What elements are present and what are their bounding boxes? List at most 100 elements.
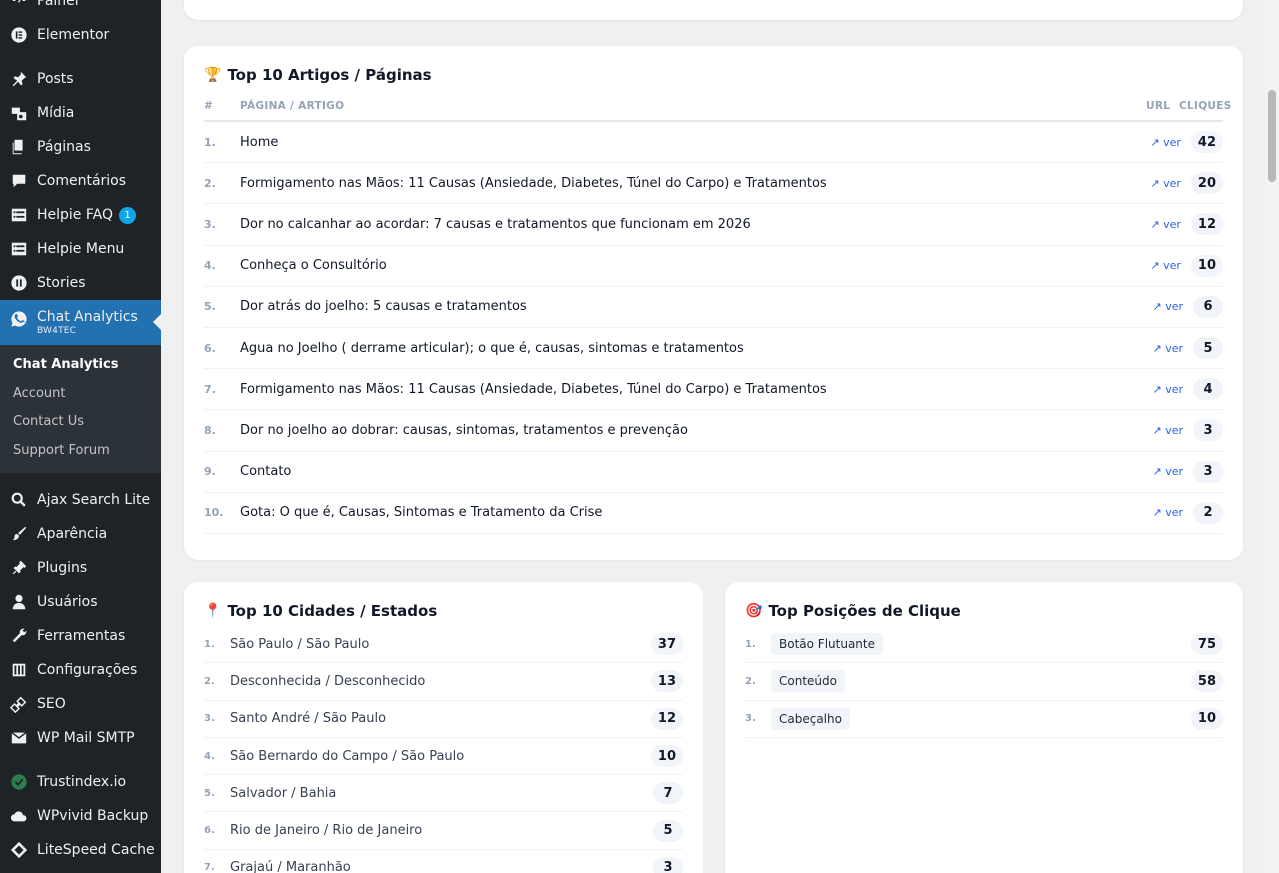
position-count: 75	[1190, 633, 1223, 656]
check-circle-icon	[9, 772, 29, 792]
city-name: Salvador / Bahia	[230, 785, 337, 801]
city-count: 37	[650, 633, 683, 656]
view-link[interactable]: ↗ ver	[1152, 300, 1183, 313]
row-rank: 4.	[204, 750, 215, 762]
sidebar-item-midia[interactable]: Mídia	[0, 96, 161, 130]
submenu-item-support-forum[interactable]: Support Forum	[0, 437, 161, 466]
cities-list: 1. São Paulo / São Paulo 37 2. Desconhecida …	[204, 626, 683, 873]
sidebar-item-trustindex-io[interactable]: Trustindex.io	[0, 765, 161, 799]
table-row: 5. Dor atrás do joelho: 5 causas e tratam…	[204, 287, 1223, 328]
position-cell: Conteúdo	[771, 670, 1191, 693]
sidebar-item-usuarios[interactable]: Usuários	[0, 585, 161, 619]
sidebar-item-configuracoes[interactable]: Configurações	[0, 653, 161, 687]
top-cities-title: 📍 Top 10 Cidades / Estados	[204, 602, 683, 620]
sidebar-item-ferramentas[interactable]: Ferramentas	[0, 619, 161, 653]
page-scrollbar[interactable]	[1265, 0, 1279, 873]
sidebar-item-label: Stories	[37, 275, 86, 291]
sidebar-item-label: Mídia	[37, 105, 75, 121]
city-count: 10	[650, 745, 683, 768]
view-link[interactable]: ↗ ver	[1150, 218, 1181, 231]
row-rank: 4.	[204, 259, 216, 273]
city-name: Grajaú / Maranhão	[230, 860, 351, 873]
clicks-count: 6	[1193, 295, 1223, 318]
sidebar-item-litespeed-cache[interactable]: LiteSpeed Cache	[0, 833, 161, 867]
sidebar-item-helpie-faq[interactable]: Helpie FAQ 1	[0, 198, 161, 232]
sidebar-item-label: Aparência	[37, 526, 108, 542]
sidebar-item-label: Páginas	[37, 139, 91, 155]
sidebar-item-aparencia[interactable]: Aparência	[0, 517, 161, 551]
view-link[interactable]: ↗ ver	[1150, 136, 1181, 149]
article-title: Gota: O que é, Causas, Sintomas e Tratam…	[240, 505, 603, 521]
view-link[interactable]: ↗ ver	[1152, 465, 1183, 478]
row-rank: 3.	[204, 713, 215, 725]
submenu-item-contact-us[interactable]: Contact Us	[0, 408, 161, 437]
whatsapp-icon	[9, 309, 29, 329]
top-articles-title-text: Top 10 Artigos / Páginas	[227, 66, 432, 84]
previous-card	[184, 0, 1243, 20]
brush-icon	[9, 524, 29, 544]
sidebar-item-label: Plugins	[37, 560, 88, 576]
sidebar-item-paginas[interactable]: Páginas	[0, 130, 161, 164]
city-name: Rio de Janeiro / Rio de Janeiro	[230, 823, 423, 839]
clicks-count: 5	[1193, 337, 1223, 360]
sidebar-item-chat-analytics[interactable]: Chat Analytics BW4TEC	[0, 300, 161, 345]
table-row: 7. Formigamento nas Mãos: 11 Causas (Ansi…	[204, 369, 1223, 411]
sidebar-item-seo[interactable]: SEO	[0, 687, 161, 721]
user-icon	[9, 592, 29, 612]
submenu-item-account[interactable]: Account	[0, 380, 161, 409]
row-rank: 7.	[204, 382, 216, 396]
sidebar-item-label: SEO	[37, 696, 66, 712]
article-title: Home	[240, 134, 279, 150]
diamond-icon	[9, 840, 29, 860]
position-tag: Conteúdo	[771, 670, 845, 693]
clicks-count: 3	[1193, 419, 1223, 442]
seo-icon	[9, 694, 29, 714]
list-item: 3. Cabeçalho 10	[745, 701, 1223, 738]
scrollbar-thumb[interactable]	[1268, 90, 1276, 182]
city-count: 3	[653, 856, 683, 873]
sidebar-item-elementor[interactable]: Elementor	[0, 18, 161, 52]
top-articles-card: 🏆 Top 10 Artigos / Páginas # PÁGINA / AR…	[184, 46, 1243, 560]
list-item: 3. Santo André / São Paulo 12	[204, 701, 683, 738]
row-rank: 2.	[745, 675, 756, 687]
sidebar-item-ajax-search-lite[interactable]: Ajax Search Lite	[0, 483, 161, 517]
view-link[interactable]: ↗ ver	[1152, 342, 1183, 355]
sidebar-item-comentarios[interactable]: Comentários	[0, 164, 161, 198]
sidebar-item-helpie-menu[interactable]: Helpie Menu	[0, 232, 161, 266]
mail-icon	[9, 728, 29, 748]
sidebar-item-label: Ajax Search Lite	[37, 492, 151, 508]
dashboard-icon	[9, 0, 29, 11]
city-count: 7	[653, 782, 683, 805]
table-row: 4. Conheça o Consultório ↗ ver 10	[204, 246, 1223, 287]
view-link[interactable]: ↗ ver	[1152, 506, 1183, 519]
table-row: 1. Home ↗ ver 42	[204, 122, 1223, 164]
col-num: #	[204, 100, 214, 112]
sidebar-item-label: Configurações	[37, 662, 138, 678]
settings-icon	[9, 660, 29, 680]
view-link[interactable]: ↗ ver	[1150, 177, 1181, 190]
sidebar-item-posts[interactable]: Posts	[0, 62, 161, 96]
city-name: Santo André / São Paulo	[230, 711, 387, 727]
sidebar-item-wpvivid-backup[interactable]: WPvivid Backup	[0, 799, 161, 833]
article-title: Conheça o Consultório	[240, 258, 387, 274]
view-link[interactable]: ↗ ver	[1152, 424, 1183, 437]
view-link[interactable]: ↗ ver	[1152, 383, 1183, 396]
list-item: 5. Salvador / Bahia 7	[204, 775, 683, 813]
city-name: São Paulo / São Paulo	[230, 636, 370, 652]
top-positions-title-text: Top Posições de Clique	[768, 602, 961, 620]
sidebar-item-label: Usuários	[37, 594, 98, 610]
sidebar-item-wp-mail-smtp[interactable]: WP Mail SMTP	[0, 721, 161, 755]
submenu-item-chat-analytics[interactable]: Chat Analytics	[0, 351, 161, 380]
table-row: 8. Dor no joelho ao dobrar: causas, sinto…	[204, 410, 1223, 452]
view-link[interactable]: ↗ ver	[1150, 259, 1181, 272]
clicks-count: 2	[1193, 501, 1223, 524]
sidebar-item-label: WP Mail SMTP	[37, 730, 135, 746]
top-positions-card: 🎯 Top Posições de Clique 1. Botão Flutuan…	[725, 582, 1243, 873]
sidebar-item-painel[interactable]: Painel	[0, 0, 161, 18]
sidebar-item-label: Elementor	[37, 27, 110, 43]
sidebar-item-stories[interactable]: Stories	[0, 266, 161, 300]
col-page: PÁGINA / ARTIGO	[240, 100, 345, 112]
target-icon: 🎯	[745, 603, 763, 619]
row-rank: 1.	[204, 638, 215, 650]
sidebar-item-plugins[interactable]: Plugins	[0, 551, 161, 585]
